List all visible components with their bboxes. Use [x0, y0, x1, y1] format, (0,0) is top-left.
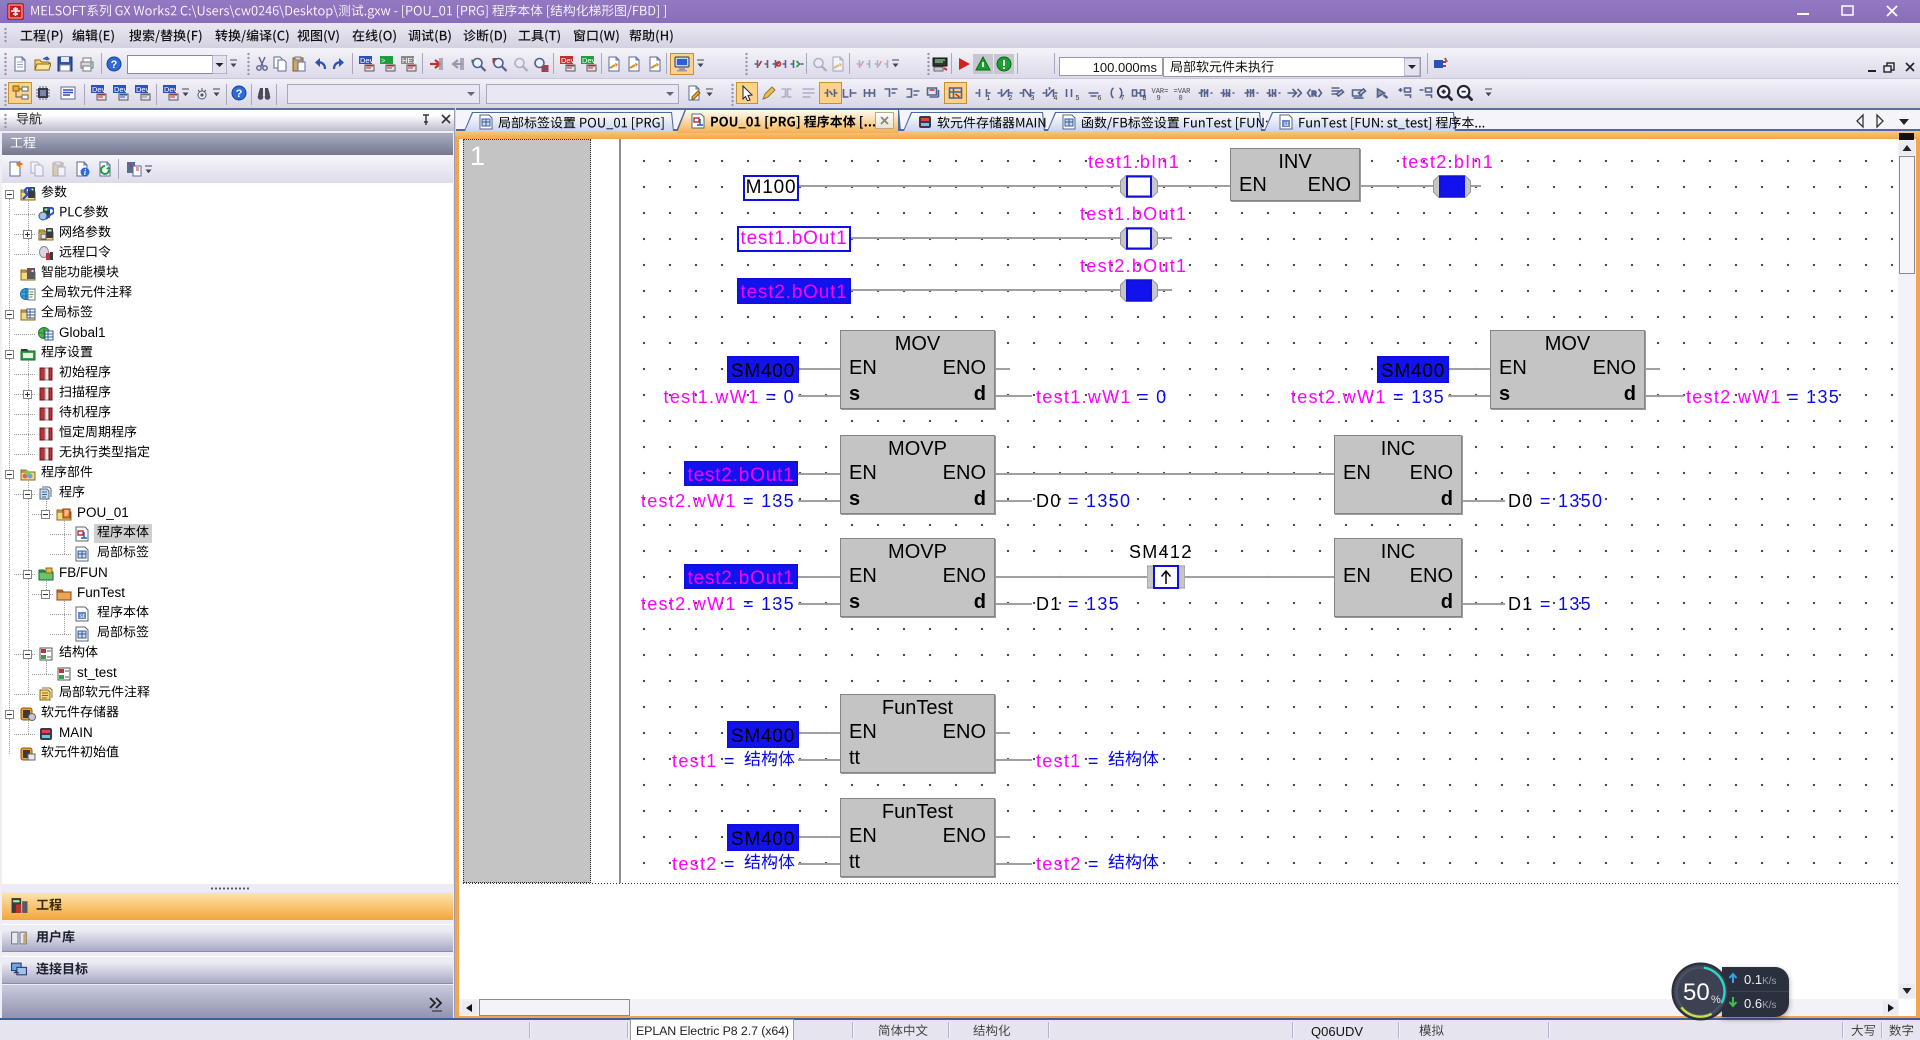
svg-text:7: 7 [1121, 95, 1125, 101]
svg-text:Dev: Dev [136, 85, 150, 94]
svg-text:Dev: Dev [114, 85, 128, 94]
svg-text:0: 0 [1179, 95, 1183, 101]
svg-text:50: 50 [1683, 979, 1710, 1006]
svg-text:st: st [1283, 121, 1288, 128]
svg-text:HEX: HEX [402, 56, 417, 65]
svg-text:?: ? [111, 59, 118, 71]
svg-text:Dev: Dev [92, 85, 106, 94]
svg-text:3: 3 [1031, 95, 1035, 101]
svg-text:Dev: Dev [360, 56, 374, 65]
svg-text:Dev: Dev [164, 85, 178, 94]
svg-text:2: 2 [1009, 95, 1013, 101]
svg-text:Dev: Dev [561, 56, 575, 65]
svg-text:%: % [1711, 994, 1721, 1006]
svg-text:5: 5 [1076, 95, 1080, 101]
svg-text:R: R [1312, 91, 1317, 98]
svg-text:Dev: Dev [582, 56, 596, 65]
svg-text:4: 4 [1054, 95, 1058, 101]
svg-text:9: 9 [1157, 95, 1161, 101]
svg-text:8: 8 [1143, 95, 1147, 101]
svg-text:>_: >_ [381, 56, 390, 65]
svg-text:6: 6 [1098, 95, 1102, 101]
svg-text:?: ? [236, 88, 243, 100]
svg-text:st: st [79, 613, 84, 620]
svg-text:1: 1 [987, 95, 991, 101]
